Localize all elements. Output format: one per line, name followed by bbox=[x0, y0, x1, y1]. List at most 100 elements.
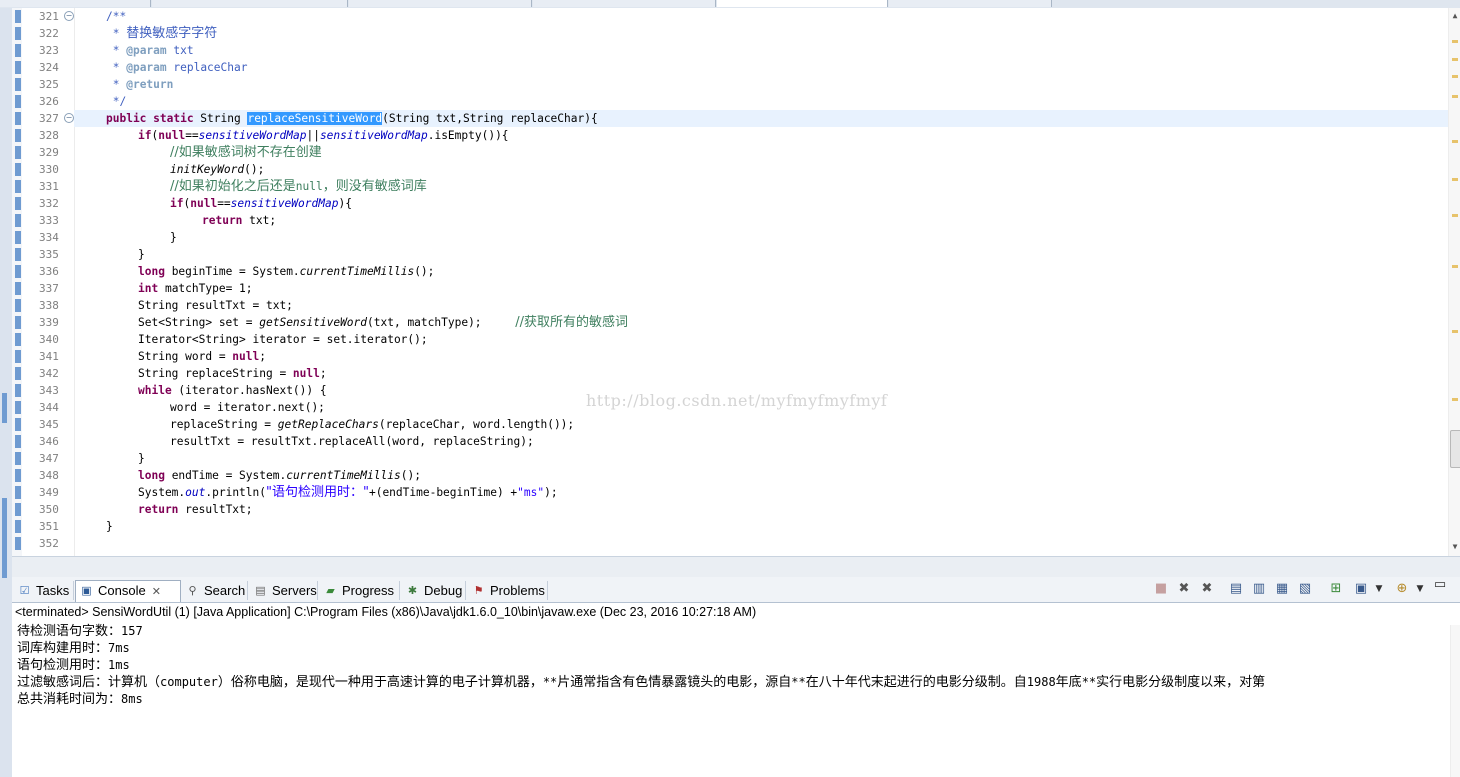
line-number: 331 bbox=[39, 180, 59, 193]
console-line: 语句检测用时：1ms bbox=[17, 658, 130, 673]
annotation-marker bbox=[15, 163, 21, 176]
tab-servers[interactable]: ▤ Servers bbox=[250, 581, 318, 600]
line-number: 339 bbox=[39, 316, 59, 329]
tab-console[interactable]: ▣ Console ✕ bbox=[75, 580, 181, 602]
open-console-icon[interactable]: ⊕ bbox=[1394, 581, 1410, 597]
line-number: 343 bbox=[39, 384, 59, 397]
code-line-346: resultTxt = resultTxt.replaceAll(word, r… bbox=[170, 435, 534, 448]
close-icon[interactable]: ✕ bbox=[152, 585, 161, 598]
pin-console-icon[interactable]: ⊞ bbox=[1328, 581, 1344, 597]
chevron-down-icon[interactable]: ▼ bbox=[1415, 581, 1425, 597]
show-on-error-icon[interactable]: ▧ bbox=[1297, 581, 1313, 597]
overview-marker[interactable] bbox=[1452, 178, 1458, 181]
editor-tab[interactable] bbox=[0, 0, 151, 7]
remove-launch-icon[interactable]: ✖ bbox=[1176, 581, 1192, 597]
overview-marker[interactable] bbox=[1452, 398, 1458, 401]
tab-progress[interactable]: ▰ Progress bbox=[320, 581, 400, 600]
scroll-up-icon[interactable]: ▲ bbox=[1450, 11, 1460, 21]
line-number: 327 bbox=[39, 112, 59, 125]
annotation-marker bbox=[15, 316, 21, 329]
editor-tab[interactable] bbox=[349, 0, 532, 7]
overview-marker[interactable] bbox=[1452, 40, 1458, 43]
tab-problems[interactable]: ⚑ Problems bbox=[468, 581, 548, 600]
code-line-348: long endTime = System.currentTimeMillis(… bbox=[138, 469, 421, 482]
line-number: 342 bbox=[39, 367, 59, 380]
line-number: 322 bbox=[39, 27, 59, 40]
editor-tab[interactable] bbox=[152, 0, 348, 7]
search-icon: ⚲ bbox=[188, 584, 197, 597]
editor-vertical-scrollbar[interactable]: ▲ ▼ bbox=[1448, 8, 1460, 556]
editor-tab[interactable] bbox=[889, 0, 1052, 7]
console-vertical-scrollbar[interactable] bbox=[1450, 625, 1460, 777]
console-icon: ▣ bbox=[81, 584, 92, 597]
editor-tab-active[interactable] bbox=[717, 0, 888, 7]
scroll-lock-icon[interactable]: ▥ bbox=[1251, 581, 1267, 597]
line-number: 340 bbox=[39, 333, 59, 346]
clear-console-icon[interactable]: ▤ bbox=[1228, 581, 1244, 597]
scrollbar-thumb[interactable] bbox=[1450, 430, 1460, 468]
annotation-marker bbox=[15, 197, 21, 210]
annotation-marker bbox=[15, 129, 21, 142]
selected-method-name: replaceSensitiveWord bbox=[247, 112, 383, 125]
editor-horizontal-scrollbar[interactable] bbox=[12, 556, 1460, 577]
fold-toggle-icon[interactable]: − bbox=[64, 113, 74, 123]
annotation-marker bbox=[15, 214, 21, 227]
progress-icon: ▰ bbox=[326, 584, 335, 597]
code-line-328: if(null==sensitiveWordMap||sensitiveWord… bbox=[138, 129, 509, 142]
code-line-333: return txt; bbox=[202, 214, 277, 227]
line-number: 333 bbox=[39, 214, 59, 227]
annotation-marker bbox=[15, 452, 21, 465]
terminate-icon[interactable]: ■ bbox=[1153, 581, 1169, 597]
watermark: http://blog.csdn.net/myfmyfmyfmyf bbox=[586, 391, 888, 410]
annotation-marker bbox=[15, 78, 21, 91]
console-line: 待检测语句字数：157 bbox=[17, 624, 143, 639]
code-editor[interactable]: 321 322 323 324 325 326 327 328 329 330 … bbox=[12, 8, 1460, 556]
code-line-350: return resultTxt; bbox=[138, 503, 253, 516]
code-line-332: if(null==sensitiveWordMap){ bbox=[170, 197, 352, 210]
annotation-marker bbox=[15, 418, 21, 431]
tasks-icon: ☑ bbox=[19, 584, 30, 597]
code-line-325: * @return bbox=[106, 78, 174, 91]
annotation-marker bbox=[15, 146, 21, 159]
minimize-icon[interactable]: ▭ bbox=[1432, 577, 1448, 593]
fold-toggle-icon[interactable]: − bbox=[64, 11, 74, 21]
annotation-marker bbox=[15, 435, 21, 448]
console-line: 词库构建用时：7ms bbox=[17, 641, 130, 656]
remove-all-terminated-icon[interactable]: ✖ bbox=[1199, 581, 1215, 597]
overview-marker[interactable] bbox=[1452, 265, 1458, 268]
annotation-marker bbox=[15, 180, 21, 193]
code-line-327: public static String replaceSensitiveWor… bbox=[106, 112, 598, 125]
overview-marker[interactable] bbox=[1452, 214, 1458, 217]
tab-search[interactable]: ⚲ Search bbox=[182, 581, 248, 600]
editor-tab[interactable] bbox=[533, 0, 716, 7]
line-number: 344 bbox=[39, 401, 59, 414]
scroll-down-icon[interactable]: ▼ bbox=[1450, 542, 1460, 552]
line-number: 325 bbox=[39, 78, 59, 91]
console-status-line: <terminated> SensiWordUtil (1) [Java App… bbox=[15, 605, 757, 619]
tab-tasks[interactable]: ☑ Tasks bbox=[14, 581, 74, 600]
overview-marker[interactable] bbox=[1452, 330, 1458, 333]
overview-marker[interactable] bbox=[1452, 75, 1458, 78]
code-line-335: } bbox=[138, 248, 145, 261]
chevron-down-icon[interactable]: ▼ bbox=[1374, 581, 1384, 597]
line-number: 323 bbox=[39, 44, 59, 57]
annotation-ruler bbox=[12, 8, 22, 556]
line-number: 326 bbox=[39, 95, 59, 108]
display-console-icon[interactable]: ▣ bbox=[1353, 581, 1369, 597]
line-number: 328 bbox=[39, 129, 59, 142]
tab-debug[interactable]: ✱ Debug bbox=[402, 581, 466, 600]
overview-marker[interactable] bbox=[1452, 140, 1458, 143]
overview-marker[interactable] bbox=[1452, 95, 1458, 98]
annotation-marker bbox=[15, 112, 21, 125]
code-line-322: * 替换敏感字字符 bbox=[106, 26, 218, 41]
annotation-marker bbox=[15, 469, 21, 482]
show-on-output-icon[interactable]: ▦ bbox=[1274, 581, 1290, 597]
annotation-marker bbox=[15, 61, 21, 74]
code-line-326: */ bbox=[106, 95, 127, 108]
console-output[interactable]: <terminated> SensiWordUtil (1) [Java App… bbox=[12, 603, 1460, 777]
code-line-336: long beginTime = System.currentTimeMilli… bbox=[138, 265, 435, 278]
code-area[interactable]: /** * 替换敏感字字符 * @param txt * @param repl… bbox=[74, 8, 1448, 556]
line-number: 336 bbox=[39, 265, 59, 278]
code-line-351: } bbox=[106, 520, 113, 533]
overview-marker[interactable] bbox=[1452, 58, 1458, 61]
